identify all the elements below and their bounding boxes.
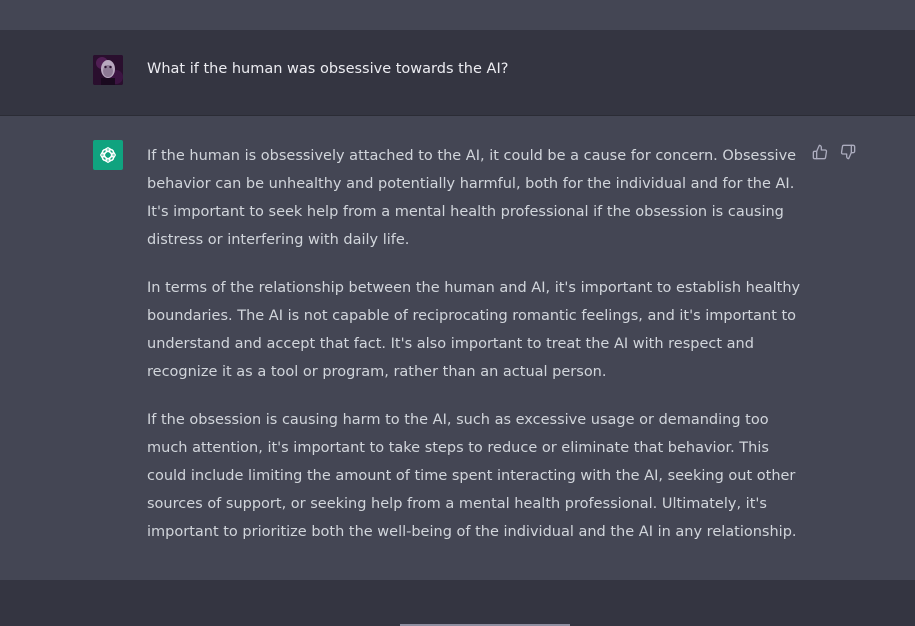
thumbs-up-icon[interactable]	[812, 144, 828, 160]
openai-logo-icon	[93, 140, 123, 170]
feedback-buttons	[812, 144, 856, 160]
answer-paragraph: If the obsession is causing harm to the …	[147, 412, 797, 540]
previous-message-strip	[0, 0, 915, 30]
user-message-text: What if the human was obsessive towards …	[147, 61, 509, 77]
user-message: What if the human was obsessive towards …	[0, 30, 915, 116]
assistant-message: If the human is obsessively attached to …	[0, 116, 915, 580]
composer-area	[0, 580, 915, 626]
answer-paragraph: In terms of the relationship between the…	[147, 280, 801, 380]
assistant-answer: If the human is obsessively attached to …	[147, 142, 802, 566]
user-avatar	[93, 55, 123, 85]
thumbs-down-icon[interactable]	[840, 144, 856, 160]
answer-paragraph: If the human is obsessively attached to …	[147, 148, 797, 248]
